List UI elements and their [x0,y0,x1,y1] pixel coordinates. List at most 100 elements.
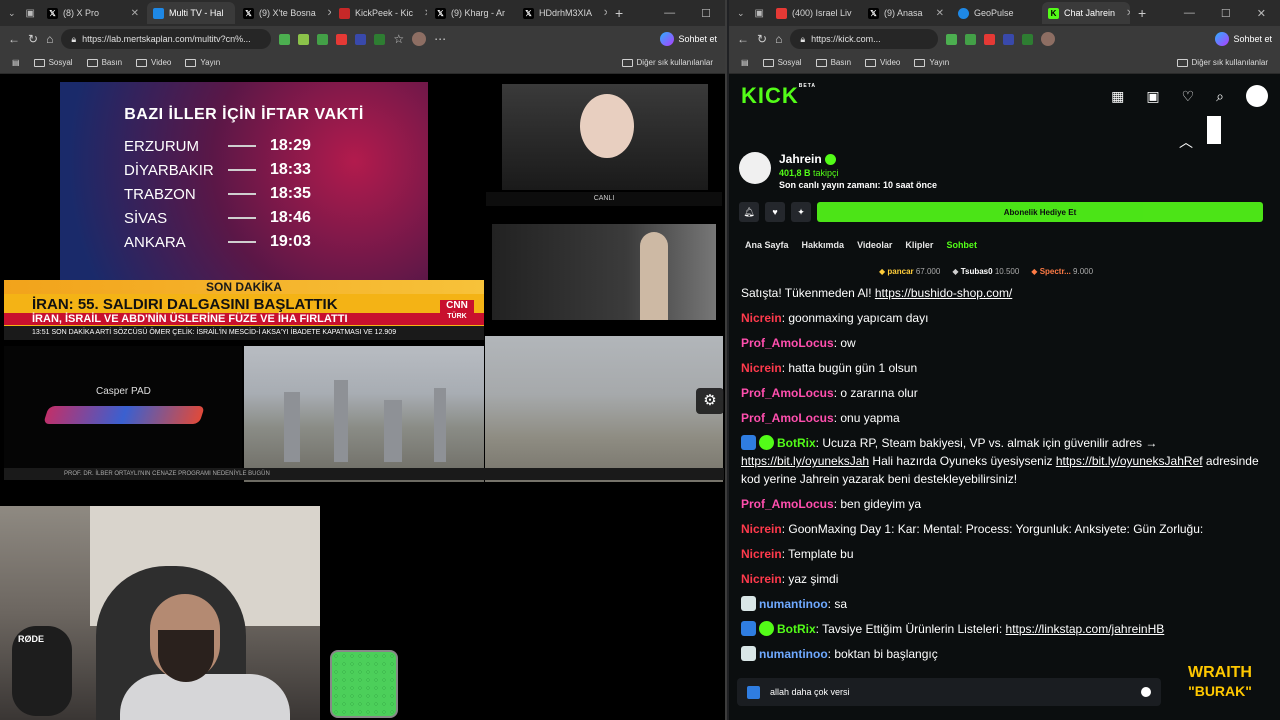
url-field[interactable]: 🔒︎ https://lab.mertskaplan.com/multitv?c… [61,29,272,49]
bookmark-folder[interactable]: Yayın [914,58,949,67]
iftar-video-panel[interactable]: BAZI İLLER İÇİN İFTAR VAKTİ ERZURUM 18:29… [60,82,428,280]
chat-username[interactable]: numantinoo [759,597,828,611]
streamer-name[interactable]: Jahrein [779,152,937,166]
chat-username[interactable]: Prof_AmoLocus [741,497,834,511]
extension-icon[interactable] [946,33,958,45]
city-video-panel[interactable] [244,346,484,482]
chat-username[interactable]: numantinoo [759,647,828,661]
extension-icon[interactable] [965,33,977,45]
extension-icon[interactable] [1003,33,1015,45]
leader-item[interactable]: ◆ Spectr... 9.000 [1031,267,1093,276]
bookmarks-toggle-icon[interactable]: ▤ [741,58,749,67]
kick-logo[interactable]: KICKBETA [741,83,816,109]
tab-x-pro[interactable]: 𝕏 (8) X Pro ✕ [41,2,145,24]
chat-username[interactable]: Nicrein [741,547,782,561]
bookmark-folder[interactable]: Sosyal [33,58,73,67]
close-tab-icon[interactable]: ✕ [1120,8,1130,19]
browse-icon[interactable]: ▦ [1111,88,1124,105]
chat-username[interactable]: BotRix [777,436,816,450]
casper-ad-panel[interactable]: Casper PAD [4,346,242,476]
extension-icon[interactable] [298,33,310,45]
close-tab-icon[interactable]: ✕ [321,8,331,19]
tab-anasa[interactable]: 𝕏 (9) Anasa ✕ [862,2,950,24]
new-tab-icon[interactable]: + [609,5,629,21]
extension-icon[interactable] [317,33,329,45]
settings-gear-icon[interactable]: ⚙ [696,388,724,414]
baby-video-panel[interactable] [502,84,708,190]
tab-home[interactable]: Ana Sayfa [745,240,789,250]
chat-username[interactable]: Nicrein [741,572,782,586]
chat-username[interactable]: Prof_AmoLocus [741,336,834,350]
leader-item[interactable]: ◆ pancar 67.000 [879,267,940,276]
reload-icon[interactable]: ↻ [757,32,767,46]
close-tab-icon[interactable]: ✕ [857,8,860,19]
chat-username[interactable]: Prof_AmoLocus [741,411,834,425]
chat-link[interactable]: https://linkstap.com/jahreinHB [1006,622,1165,636]
tab-clips[interactable]: Klipler [905,240,933,250]
minimize-icon[interactable]: — [1184,7,1195,20]
tab-kharg[interactable]: 𝕏(9) Kharg - Ar✕ [429,2,515,24]
extension-icon[interactable] [984,33,996,45]
bookmark-folder[interactable]: Basın [815,58,851,67]
maximize-icon[interactable]: ☐ [701,7,711,20]
chat-input[interactable]: allah daha çok versi [737,678,1161,706]
heart-icon[interactable]: ♡ [1182,88,1195,105]
bookmark-folder[interactable]: Basın [86,58,122,67]
leader-item[interactable]: ◆ Tsubas0 10.500 [952,267,1019,276]
aerial-city-video-panel[interactable] [485,336,723,482]
menu-icon[interactable]: ⋯ [434,32,446,46]
bookmark-folder[interactable]: Video [865,58,900,67]
emoji-icon[interactable] [1141,687,1151,697]
gift-subscription-button[interactable]: Abonelik Hediye Et [817,202,1263,222]
search-icon[interactable]: ⌕ [1216,88,1224,105]
follow-heart-icon[interactable]: ♥ [765,202,785,222]
chat-link[interactable]: https://bushido-shop.com/ [875,286,1012,300]
favorites-icon[interactable]: ☆ [393,32,404,46]
tab-videos[interactable]: Videolar [857,240,892,250]
home-icon[interactable]: ⌂ [775,32,782,46]
close-window-icon[interactable]: ✕ [1257,7,1266,20]
copilot-button[interactable]: Sohbet et [1215,32,1272,46]
home-icon[interactable]: ⌂ [46,32,53,46]
collapse-chevron-icon[interactable]: ︿ [1179,132,1193,152]
close-tab-icon[interactable]: ✕ [510,8,515,19]
profile-avatar[interactable] [412,32,427,46]
minimize-icon[interactable]: — [664,7,675,20]
bookmark-folder[interactable]: Video [136,58,171,67]
reload-icon[interactable]: ↻ [28,32,38,46]
url-field[interactable]: 🔒︎ https://kick.com... [790,29,939,49]
tab-multitv[interactable]: Multi TV - Hal✕ [147,2,235,24]
extension-icon[interactable] [279,33,291,45]
extension-icon[interactable] [336,33,348,45]
tab-israel-live[interactable]: (400) Israel Liv✕ [770,2,860,24]
tab-chat-jahrein[interactable]: KChat Jahrein✕ [1042,2,1130,24]
user-avatar[interactable] [1246,85,1268,107]
workspaces-icon[interactable]: ▣ [22,8,39,19]
extension-icon[interactable] [374,33,386,45]
woman-video-panel[interactable] [492,224,716,320]
bookmark-folder[interactable]: Yayın [185,58,220,67]
chat-username[interactable]: Nicrein [741,311,782,325]
chat-username[interactable]: Prof_AmoLocus [741,386,834,400]
back-icon[interactable]: ← [8,32,20,46]
tab-about[interactable]: Hakkımda [802,240,845,250]
new-tab-icon[interactable]: + [1132,5,1152,21]
chat-username[interactable]: Nicrein [741,522,782,536]
tab-actions-icon[interactable]: ⌄ [733,8,749,19]
tab-actions-icon[interactable]: ⌄ [4,8,20,19]
extension-icon[interactable] [1022,33,1034,45]
close-tab-icon[interactable]: ✕ [597,8,607,19]
scroll-handle[interactable] [1207,116,1221,144]
workspaces-icon[interactable]: ▣ [751,8,768,19]
bookmarks-toggle-icon[interactable]: ▤ [12,58,20,67]
close-tab-icon[interactable]: ✕ [228,8,235,19]
notification-bell-icon[interactable]: 🔔︎ [739,202,759,222]
bookmark-folder[interactable]: Sosyal [762,58,802,67]
inbox-icon[interactable]: ▣ [1146,88,1159,105]
close-tab-icon[interactable]: ✕ [125,8,139,19]
tab-hddrhm[interactable]: 𝕏HDdrhM3XIA✕ [517,2,607,24]
other-bookmarks[interactable]: Diğer sık kullanılanlar [621,58,713,67]
profile-avatar[interactable] [1041,32,1056,46]
add-icon[interactable]: ✦ [791,202,811,222]
tab-x-bosna[interactable]: 𝕏(9) X'te Bosna✕ [237,2,331,24]
